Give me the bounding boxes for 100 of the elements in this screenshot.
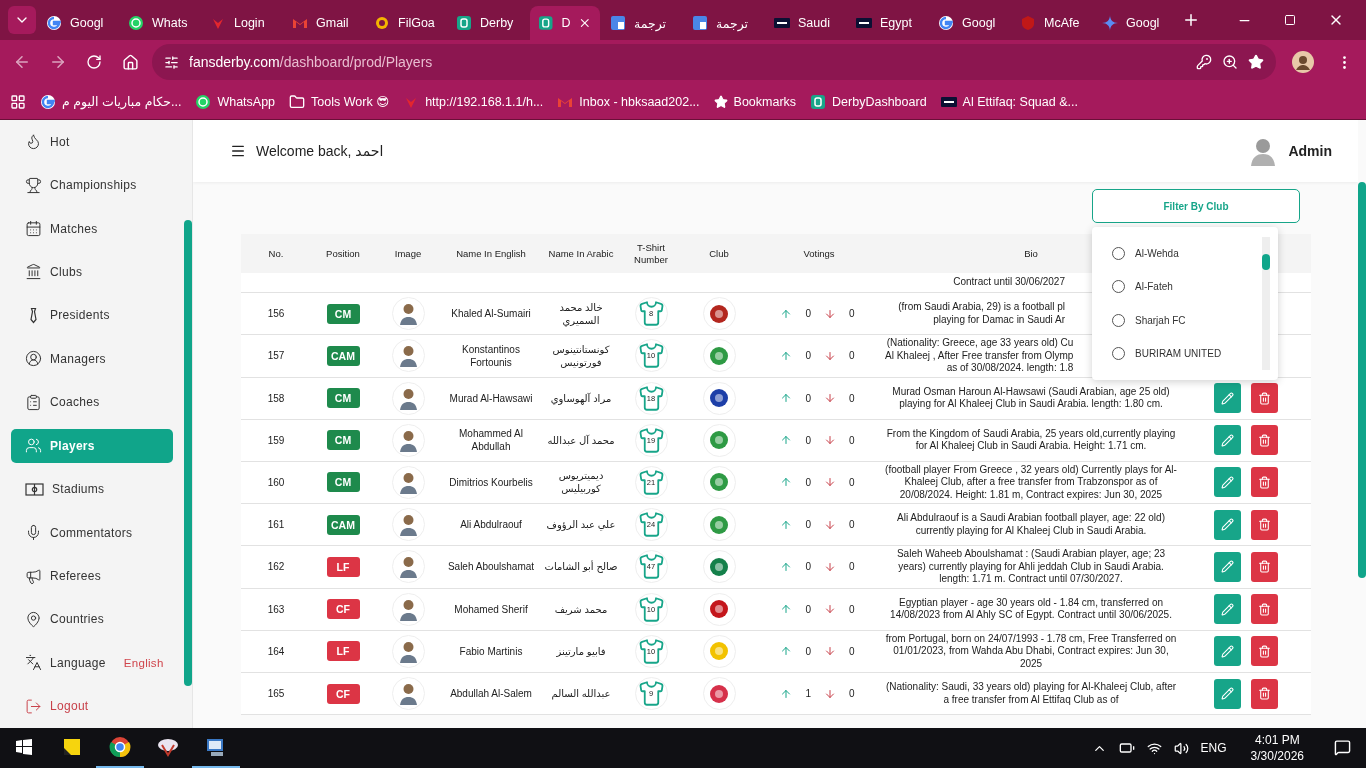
downvote-icon[interactable]: [824, 392, 836, 404]
edit-button[interactable]: [1214, 509, 1241, 540]
delete-button[interactable]: [1251, 425, 1278, 455]
trash-icon[interactable]: [1258, 475, 1271, 489]
trash-icon[interactable]: [1258, 644, 1271, 658]
browser-tab[interactable]: Googl: [38, 6, 118, 40]
satellite-dish-icon[interactable]: [157, 737, 179, 757]
bookmark[interactable]: http://192.168.1.1/h...: [403, 93, 544, 110]
edit-button[interactable]: [1214, 383, 1241, 413]
sidebar-item[interactable]: Logout: [11, 684, 173, 729]
sidebar-item[interactable]: Managers: [11, 337, 173, 381]
bookmark[interactable]: Inbox - hbksaad202...: [557, 93, 700, 110]
browser-tab[interactable]: Googl: [1094, 6, 1174, 40]
edit-button[interactable]: [1214, 678, 1241, 709]
star-icon[interactable]: [1248, 54, 1264, 70]
profile-avatar[interactable]: [1292, 51, 1314, 73]
sidebar-item[interactable]: Championships: [11, 163, 173, 207]
downvote-icon[interactable]: [824, 518, 836, 531]
wifi-icon[interactable]: [1146, 740, 1162, 756]
language-value[interactable]: English: [123, 656, 164, 669]
sidebar-item[interactable]: Language English: [11, 641, 173, 685]
browser-tab[interactable]: Login: [202, 6, 282, 40]
downvote-icon[interactable]: [824, 349, 836, 362]
delete-button[interactable]: [1251, 678, 1278, 709]
volume-icon[interactable]: [1173, 740, 1189, 756]
trash-icon[interactable]: [1258, 391, 1271, 405]
language-indicator[interactable]: ENG: [1200, 741, 1227, 755]
pencil-icon[interactable]: [1221, 518, 1234, 531]
trash-icon[interactable]: [1258, 560, 1271, 574]
reload-icon[interactable]: [86, 54, 102, 70]
dropdown-option[interactable]: Al-Fateh: [1112, 270, 1262, 304]
browser-tab[interactable]: Saudi: [766, 6, 846, 40]
bookmark[interactable]: Tools Work 😎: [289, 93, 390, 110]
downvote-icon[interactable]: [824, 603, 836, 615]
pencil-icon[interactable]: [1221, 475, 1234, 489]
trash-icon[interactable]: [1258, 602, 1271, 616]
sidebar-item[interactable]: Stadiums: [11, 467, 173, 511]
downvote-icon[interactable]: [824, 687, 836, 700]
maximize-icon[interactable]: [1284, 14, 1296, 26]
pencil-icon[interactable]: [1221, 391, 1234, 405]
pencil-icon[interactable]: [1221, 687, 1234, 700]
sidebar-item[interactable]: Matches: [11, 206, 173, 251]
edit-button[interactable]: [1214, 636, 1241, 667]
site-info-icon[interactable]: [164, 54, 179, 70]
clock[interactable]: 4:01 PM 3/30/2026: [1250, 732, 1304, 764]
scrollbar[interactable]: [184, 220, 192, 686]
sidebar-item[interactable]: Clubs: [11, 250, 173, 294]
scrollbar[interactable]: [1262, 254, 1270, 270]
downvote-icon[interactable]: [824, 307, 836, 320]
notifications-icon[interactable]: [1333, 738, 1351, 756]
downvote-icon[interactable]: [824, 434, 836, 446]
bookmark[interactable]: DerbyDashboard: [810, 93, 927, 110]
sidebar-item[interactable]: Commentators: [11, 510, 173, 555]
sidebar-item[interactable]: Presidents: [11, 293, 173, 338]
bookmark[interactable]: Al Ettifaq: Squad &...: [940, 93, 1078, 110]
apps-icon[interactable]: [10, 93, 26, 110]
browser-tab[interactable]: ترجمة: [684, 6, 764, 40]
browser-icon[interactable]: [109, 736, 131, 758]
pencil-icon[interactable]: [1221, 433, 1234, 447]
back-icon[interactable]: [13, 53, 31, 71]
delete-button[interactable]: [1251, 467, 1278, 498]
sidebar-item[interactable]: Coaches: [11, 380, 173, 424]
pencil-icon[interactable]: [1221, 644, 1234, 658]
scrollbar[interactable]: [1358, 182, 1366, 578]
downvote-icon[interactable]: [824, 645, 836, 658]
close-icon[interactable]: [578, 16, 592, 30]
dropdown-option[interactable]: Al-Wehda: [1112, 237, 1262, 271]
home-icon[interactable]: [121, 53, 139, 71]
key-icon[interactable]: [1196, 54, 1212, 70]
trash-icon[interactable]: [1258, 518, 1271, 531]
tab-search-button[interactable]: [8, 6, 36, 34]
menu-icon[interactable]: [230, 143, 246, 159]
zoom-icon[interactable]: [1222, 54, 1238, 70]
trash-icon[interactable]: [1258, 433, 1271, 447]
pencil-icon[interactable]: [1221, 560, 1234, 574]
browser-tab[interactable]: Derby: [448, 6, 528, 40]
browser-tab[interactable]: FilGoa: [366, 6, 446, 40]
pencil-icon[interactable]: [1221, 602, 1234, 616]
windows-icon[interactable]: [16, 739, 32, 755]
edit-button[interactable]: [1214, 594, 1241, 624]
new-tab-icon[interactable]: [1182, 11, 1200, 29]
dropdown-option[interactable]: BURIRAM UNITED: [1112, 336, 1262, 370]
delete-button[interactable]: [1251, 551, 1278, 582]
address-bar[interactable]: fansderby.com/dashboard/prod/Players: [152, 44, 1276, 80]
browser-tab[interactable]: Egypt: [848, 6, 928, 40]
sticky-note-icon[interactable]: [63, 738, 81, 756]
browser-tab[interactable]: D: [530, 6, 600, 40]
browser-tab[interactable]: Gmail: [284, 6, 364, 40]
forward-icon[interactable]: [49, 53, 67, 71]
sidebar-item[interactable]: Hot: [11, 120, 173, 164]
delete-button[interactable]: [1251, 509, 1278, 540]
battery-icon[interactable]: [1118, 740, 1135, 756]
sidebar-item[interactable]: Referees: [11, 554, 173, 598]
bookmark[interactable]: WhatsApp: [195, 93, 276, 110]
delete-button[interactable]: [1251, 594, 1278, 624]
dropdown-option[interactable]: Sharjah FC: [1112, 303, 1262, 337]
browser-tab[interactable]: Whats: [120, 6, 200, 40]
downvote-icon[interactable]: [824, 560, 836, 573]
bookmark[interactable]: Bookmarks: [713, 94, 797, 109]
edit-button[interactable]: [1214, 425, 1241, 455]
